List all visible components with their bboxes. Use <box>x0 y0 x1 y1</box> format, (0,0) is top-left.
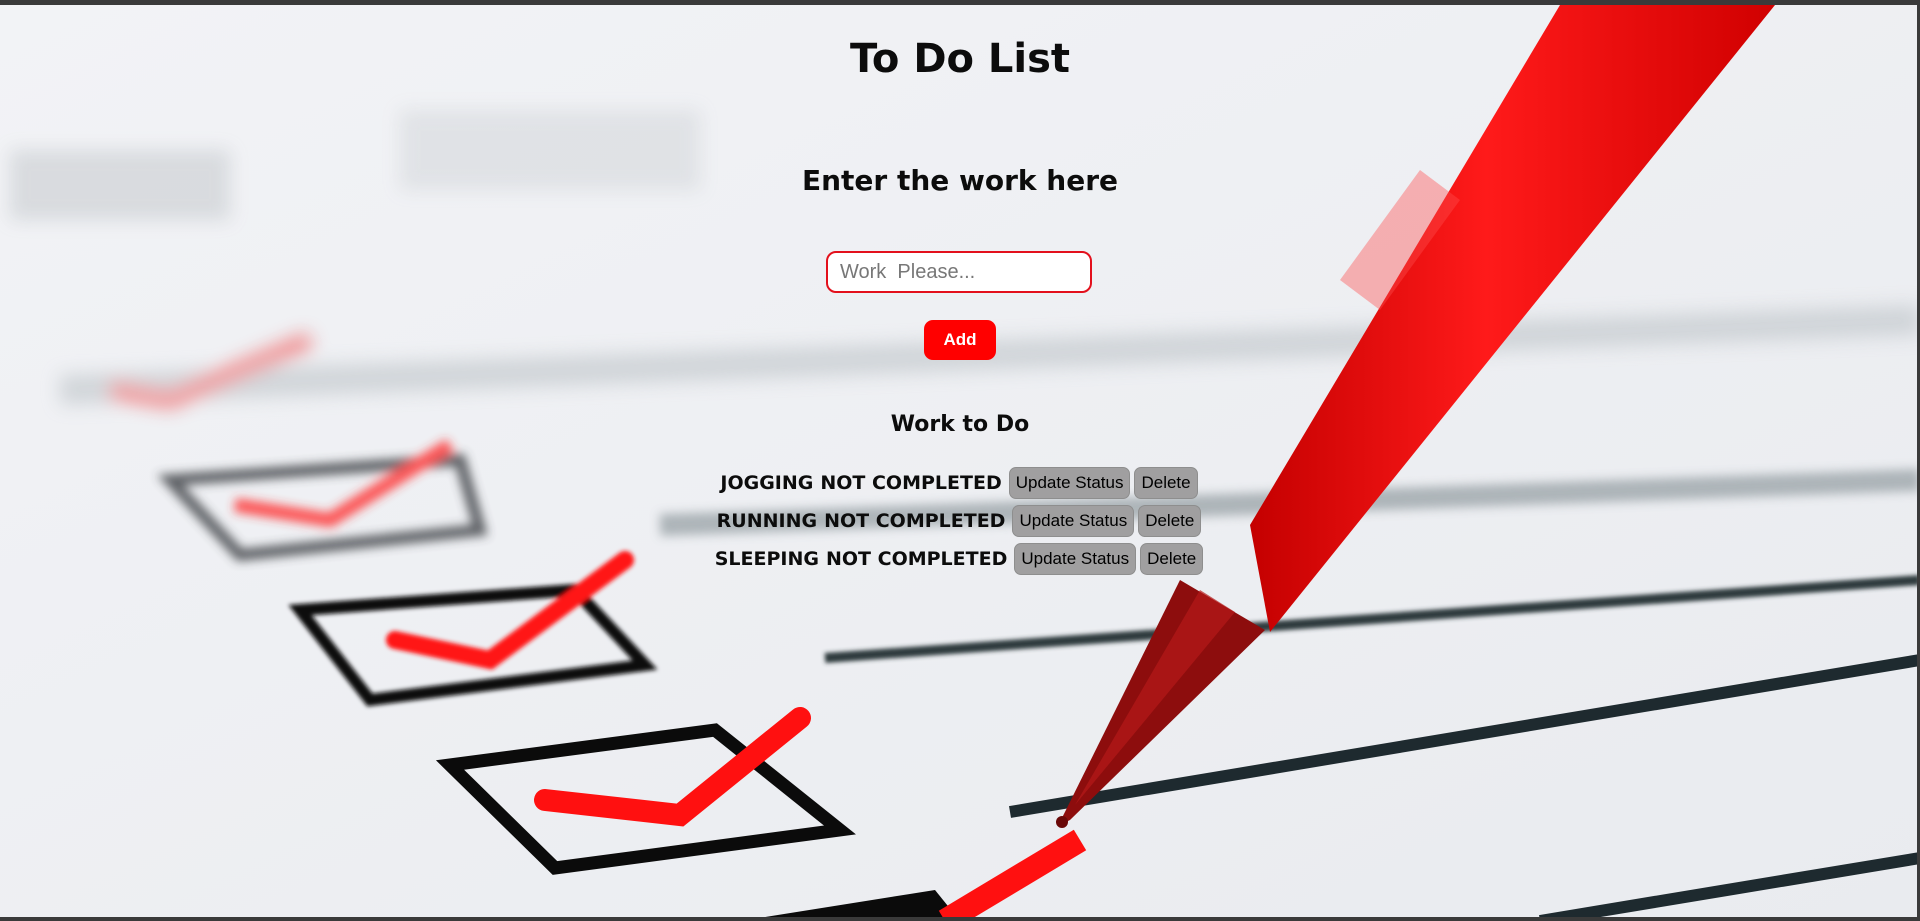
todo-app: To Do List Enter the work here Add Work … <box>0 0 1920 921</box>
input-prompt-heading: Enter the work here <box>801 164 1119 197</box>
task-row-running: RUNNING NOT COMPLETED Update Status Dele… <box>0 505 1920 537</box>
task-name: JOGGING <box>720 472 814 494</box>
page-title: To Do List <box>849 36 1071 82</box>
task-status: NOT COMPLETED <box>826 548 1008 570</box>
delete-button[interactable]: Delete <box>1138 505 1202 537</box>
task-status: NOT COMPLETED <box>820 472 1002 494</box>
task-status: NOT COMPLETED <box>824 510 1006 532</box>
work-list-heading: Work to Do <box>890 412 1030 437</box>
delete-button[interactable]: Delete <box>1134 467 1198 499</box>
update-status-button[interactable]: Update Status <box>1012 505 1135 537</box>
update-status-button[interactable]: Update Status <box>1014 543 1137 575</box>
task-row-jogging: JOGGING NOT COMPLETED Update Status Dele… <box>0 467 1920 499</box>
update-status-button[interactable]: Update Status <box>1008 467 1131 499</box>
task-row-sleeping: SLEEPING NOT COMPLETED Update Status Del… <box>0 543 1920 575</box>
app-window: To Do List Enter the work here Add Work … <box>0 0 1920 921</box>
task-name: RUNNING <box>716 510 818 532</box>
work-input[interactable] <box>826 251 1092 293</box>
add-button[interactable]: Add <box>924 320 996 360</box>
task-name: SLEEPING <box>714 548 819 570</box>
delete-button[interactable]: Delete <box>1140 543 1204 575</box>
